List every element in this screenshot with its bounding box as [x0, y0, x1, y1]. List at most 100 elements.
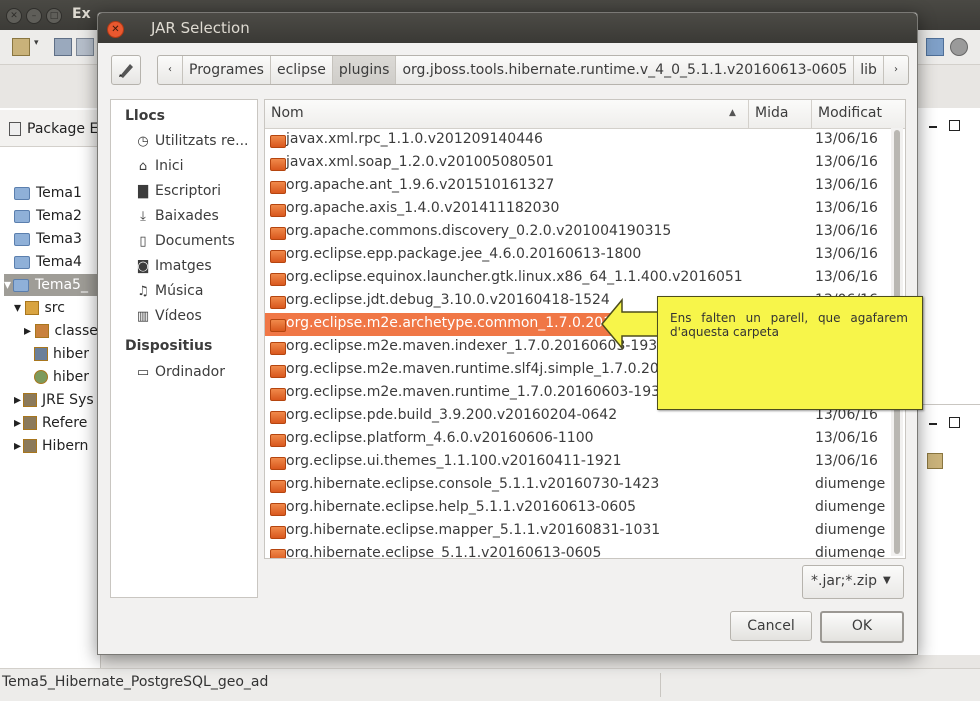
- file-row[interactable]: org.apache.commons.discovery_0.2.0.v2010…: [265, 221, 889, 244]
- breadcrumb-item-active[interactable]: plugins: [332, 56, 397, 84]
- folder-icon: [270, 135, 286, 148]
- maximize-icon[interactable]: [949, 417, 960, 428]
- place-label: Escriptori: [155, 183, 222, 199]
- place-item-music[interactable]: ♫ Música: [135, 283, 203, 305]
- save-icon[interactable]: [54, 38, 72, 56]
- new-task-icon[interactable]: [927, 453, 943, 469]
- maximize-icon[interactable]: □: [46, 8, 62, 24]
- tree-item[interactable]: Tema3: [14, 231, 82, 253]
- place-label: Documents: [155, 233, 235, 249]
- clock-icon: ◷: [137, 134, 149, 149]
- place-label: Utilitzats re...: [155, 133, 249, 149]
- minimize-icon[interactable]: –: [26, 8, 42, 24]
- type-path-button[interactable]: [111, 55, 141, 85]
- cancel-button[interactable]: Cancel: [730, 611, 812, 641]
- column-separator[interactable]: [748, 100, 749, 128]
- place-label: Inici: [155, 158, 184, 174]
- folder-icon: [270, 181, 286, 194]
- file-row[interactable]: org.hibernate.eclipse.console_5.1.1.v201…: [265, 474, 889, 497]
- folder-icon: [270, 480, 286, 493]
- download-icon: ⤓: [140, 209, 146, 224]
- file-row[interactable]: org.eclipse.epp.package.jee_4.6.0.201606…: [265, 244, 889, 267]
- maximize-icon[interactable]: [949, 120, 960, 131]
- column-header-name[interactable]: Nom: [271, 105, 304, 121]
- breadcrumb-left-arrow[interactable]: ‹: [158, 56, 183, 84]
- close-icon[interactable]: ✕: [107, 21, 124, 38]
- debug-perspective-icon[interactable]: [950, 38, 968, 56]
- status-text: Tema5_Hibernate_PostgreSQL_geo_ad: [2, 674, 269, 690]
- column-header-modified[interactable]: Modificat: [818, 105, 882, 121]
- file-row[interactable]: org.eclipse.equinox.launcher.gtk.linux.x…: [265, 267, 889, 290]
- tree-item[interactable]: ▾ Tema5_: [4, 277, 88, 299]
- column-separator[interactable]: [811, 100, 812, 128]
- folder-icon: [270, 457, 286, 470]
- file-name: javax.xml.rpc_1.1.0.v201209140446: [286, 131, 543, 147]
- tree-item[interactable]: ▸ classe: [24, 323, 98, 345]
- file-row[interactable]: org.apache.ant_1.9.6.v201510161327 13/06/…: [265, 175, 889, 198]
- tree-item-label: JRE Sys: [42, 392, 94, 408]
- file-row[interactable]: org.hibernate.eclipse.help_5.1.1.v201606…: [265, 497, 889, 520]
- ok-button[interactable]: OK: [820, 611, 904, 643]
- project-icon: [14, 209, 30, 223]
- breadcrumb-right-arrow[interactable]: ›: [884, 56, 908, 84]
- file-row[interactable]: javax.xml.rpc_1.1.0.v201209140446 13/06/1…: [265, 129, 889, 152]
- breadcrumb-item[interactable]: eclipse: [271, 56, 333, 84]
- tree-item-label: classe: [54, 323, 98, 339]
- tree-item[interactable]: ▸ Hibern: [14, 438, 88, 460]
- file-modified: 13/06/16: [815, 223, 878, 239]
- place-label: Ordinador: [155, 364, 225, 380]
- places-sidebar: Llocs ◷ Utilitzats re... ⌂ Inici ▇ Escripto…: [110, 99, 258, 598]
- file-row[interactable]: javax.xml.soap_1.2.0.v201005080501 13/06/…: [265, 152, 889, 175]
- folder-icon: [270, 549, 286, 558]
- column-header-size[interactable]: Mida: [755, 105, 788, 121]
- save-all-icon[interactable]: [76, 38, 94, 56]
- place-item-home[interactable]: ⌂ Inici: [135, 158, 184, 180]
- place-item-pictures[interactable]: ◙ Imatges: [135, 258, 212, 280]
- outline-panel: [916, 108, 980, 408]
- tree-item[interactable]: ▸ JRE Sys: [14, 392, 94, 414]
- tree-item[interactable]: hiber: [34, 369, 89, 391]
- place-item-videos[interactable]: ▥ Vídeos: [135, 308, 202, 330]
- folder-icon: [270, 411, 286, 424]
- minimize-icon[interactable]: [929, 423, 937, 425]
- file-name: org.apache.ant_1.9.6.v201510161327: [286, 177, 555, 193]
- file-row[interactable]: org.apache.axis_1.4.0.v201411182030 13/06…: [265, 198, 889, 221]
- package-explorer-tab[interactable]: Package E: [0, 110, 100, 147]
- music-icon: ♫: [137, 284, 149, 299]
- tree-item-label: Hibern: [42, 438, 89, 454]
- tree-item[interactable]: hiber: [34, 346, 89, 368]
- new-wizard-icon[interactable]: [12, 38, 30, 56]
- folder-icon: [270, 434, 286, 447]
- file-type-filter[interactable]: *.jar;*.zip ▼: [802, 565, 904, 599]
- tree-item-label: hiber: [53, 346, 90, 362]
- tree-item[interactable]: Tema2: [14, 208, 82, 230]
- pencil-icon: [119, 64, 133, 78]
- xml-file-icon: [34, 347, 48, 361]
- project-icon: [14, 232, 30, 246]
- place-item-downloads[interactable]: ⤓ Baixades: [135, 208, 219, 230]
- minimize-icon[interactable]: [929, 126, 937, 128]
- breadcrumb-item[interactable]: org.jboss.tools.hibernate.runtime.v_4_0_…: [396, 56, 855, 84]
- breadcrumb-item[interactable]: Programes: [183, 56, 271, 84]
- file-row[interactable]: org.hibernate.eclipse_5.1.1.v20160613-06…: [265, 543, 889, 558]
- callout-text: Ens falten un parell, que agafarem d'aqu…: [670, 311, 908, 339]
- close-icon[interactable]: ✕: [6, 8, 22, 24]
- breadcrumb-item[interactable]: lib: [854, 56, 884, 84]
- file-list-header: Nom ▲ Mida Modificat: [265, 100, 905, 129]
- tree-item[interactable]: Tema1: [14, 185, 82, 207]
- file-row[interactable]: org.eclipse.ui.themes_1.1.100.v20160411-…: [265, 451, 889, 474]
- file-row[interactable]: org.eclipse.platform_4.6.0.v20160606-110…: [265, 428, 889, 451]
- tree-item[interactable]: ▾ src: [14, 300, 65, 322]
- place-item-desktop[interactable]: ▇ Escriptori: [135, 183, 221, 205]
- file-row[interactable]: org.hibernate.eclipse.mapper_5.1.1.v2016…: [265, 520, 889, 543]
- file-name: org.eclipse.equinox.launcher.gtk.linux.x…: [286, 269, 742, 285]
- place-item-documents[interactable]: ▯ Documents: [135, 233, 235, 255]
- tree-item[interactable]: Tema4: [14, 254, 82, 276]
- places-header: Llocs: [125, 108, 165, 124]
- perspective-icon[interactable]: [926, 38, 944, 56]
- place-item-computer[interactable]: ▭ Ordinador: [135, 364, 225, 386]
- place-item-recent[interactable]: ◷ Utilitzats re...: [135, 133, 248, 155]
- chevron-down-icon[interactable]: ▾: [34, 38, 42, 54]
- tree-item[interactable]: ▸ Refere: [14, 415, 87, 437]
- place-label: Baixades: [155, 208, 219, 224]
